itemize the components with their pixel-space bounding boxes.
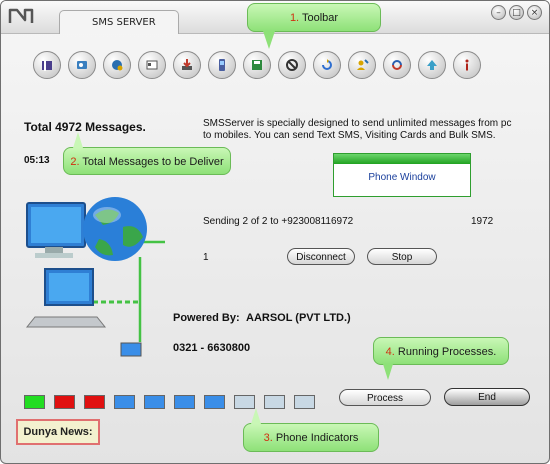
book-icon [42, 60, 52, 71]
phone-indicator-idle[interactable] [204, 395, 225, 409]
callout-label: Phone Indicators [275, 432, 359, 444]
minimize-button[interactable]: – [491, 5, 506, 20]
app-logo-icon [8, 8, 34, 23]
callout-pointer [251, 408, 261, 424]
company-name: AARSOL (PVT LTD.) [246, 312, 351, 324]
callout-label: Total Messages to be Deliver [82, 156, 224, 168]
refresh-icon [322, 59, 332, 70]
upload-toolbar-button[interactable] [418, 51, 446, 79]
powered-by-label: Powered By: [173, 312, 240, 324]
sending-status: Sending 2 of 2 to +923008116972 [203, 216, 354, 227]
callout-toolbar: 1. Toolbar [247, 3, 381, 32]
stop-sign-toolbar-button[interactable] [278, 51, 306, 79]
network-illustration [25, 197, 165, 357]
upload-icon [427, 60, 437, 70]
callout-label: Toolbar [301, 12, 339, 24]
window-title: SMS SERVER [59, 10, 179, 34]
callout-pointer [73, 132, 83, 148]
info-toolbar-button[interactable] [453, 51, 481, 79]
phone-indicator-off[interactable] [234, 395, 255, 409]
description-line-1: SMSServer is specially designed to send … [203, 118, 512, 129]
info-icon [465, 59, 469, 71]
callout-total-messages: 2. Total Messages to be Deliver [63, 147, 231, 175]
timer: 05:13 [24, 155, 50, 166]
save-icon [252, 60, 262, 70]
phone-indicator-idle[interactable] [174, 395, 195, 409]
user-add-icon [357, 59, 369, 70]
callout-number: 3. [263, 432, 273, 444]
phone-indicator-error[interactable] [84, 395, 105, 409]
stop-sign-icon [286, 59, 298, 71]
card-toolbar-button[interactable] [138, 51, 166, 79]
close-button[interactable]: × [527, 5, 542, 20]
sync-icon [392, 60, 402, 70]
phone-toolbar-button[interactable] [208, 51, 236, 79]
description-line-2: to mobiles. You can send Text SMS, Visit… [203, 130, 496, 141]
phone-window[interactable]: Phone Window [333, 153, 471, 197]
remaining-count: 1972 [471, 216, 494, 227]
contacts-icon [77, 61, 87, 69]
save-toolbar-button[interactable] [243, 51, 271, 79]
contact-phone: 0321 - 6630800 [173, 342, 251, 354]
callout-number: 1. [289, 12, 300, 24]
callout-phone-indicators: 3. Phone Indicators [243, 423, 379, 452]
phone-indicator-active[interactable] [24, 395, 45, 409]
globe-settings-icon [112, 60, 123, 71]
callout-number: 4. [385, 346, 395, 358]
refresh-toolbar-button[interactable] [313, 51, 341, 79]
phone-window-bar [334, 154, 470, 164]
callout-pointer [263, 31, 275, 49]
callout-pointer [383, 364, 393, 380]
book-toolbar-button[interactable] [33, 51, 61, 79]
phone-indicator-error[interactable] [54, 395, 75, 409]
counter: 1 [203, 252, 209, 263]
phone-window-label: Phone Window [368, 172, 436, 183]
end-button[interactable]: End [444, 388, 530, 406]
news-label: Dunya News: [16, 419, 100, 445]
user-add-toolbar-button[interactable] [348, 51, 376, 79]
total-messages: Total 4972 Messages. [24, 120, 146, 134]
phone-icon [219, 59, 225, 71]
disconnect-button[interactable]: Disconnect [287, 248, 355, 265]
phone-indicator-idle[interactable] [114, 395, 135, 409]
contacts-toolbar-button[interactable] [68, 51, 96, 79]
phone-indicator-off[interactable] [294, 395, 315, 409]
phone-indicator-off[interactable] [264, 395, 285, 409]
app-window: SMS SERVER – □ × 1. Toolbar Total 4972 M… [0, 0, 550, 464]
card-icon [146, 60, 158, 70]
process-button[interactable]: Process [339, 389, 431, 406]
callout-number: 2. [70, 156, 80, 168]
phone-indicator-idle[interactable] [144, 395, 165, 409]
callout-running-processes: 4. Running Processes. [373, 337, 509, 365]
stop-button[interactable]: Stop [367, 248, 437, 265]
callout-label: Running Processes. [397, 346, 497, 358]
maximize-button[interactable]: □ [509, 5, 524, 20]
sync-toolbar-button[interactable] [383, 51, 411, 79]
globe-settings-toolbar-button[interactable] [103, 51, 131, 79]
import-icon [182, 59, 192, 70]
import-toolbar-button[interactable] [173, 51, 201, 79]
